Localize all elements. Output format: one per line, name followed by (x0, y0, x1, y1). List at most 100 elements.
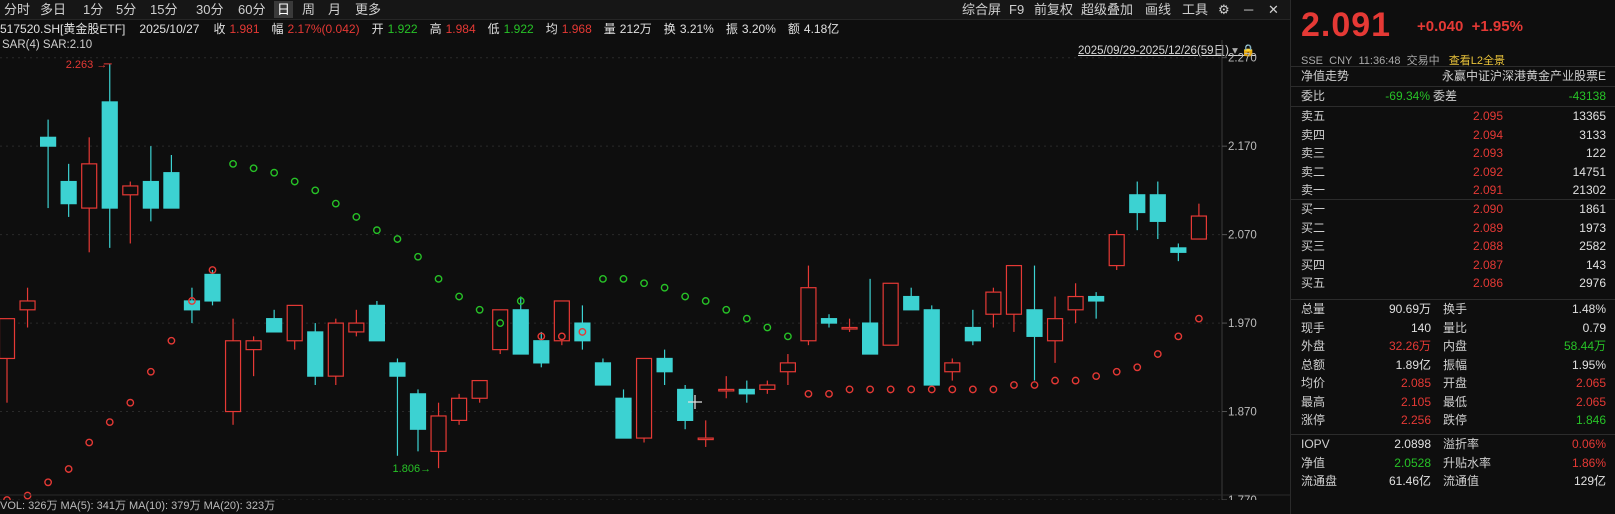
candle-body (430, 415, 447, 452)
toolbar-item-3[interactable]: 超级叠加 (1081, 1, 1133, 18)
info-open: 1.922 (387, 22, 418, 36)
bid-row[interactable]: 买二 2.089 1973 (1291, 220, 1615, 237)
bid-label: 买三 (1301, 239, 1326, 253)
stat-label: 总额 (1301, 357, 1326, 372)
candle-body (841, 326, 858, 330)
nav-trend-row[interactable]: 净值走势 永赢中证沪深港黄金产业股票E (1291, 68, 1615, 85)
period-tab-1[interactable]: 多日 (40, 1, 66, 18)
candle-body (142, 180, 159, 209)
ask-row[interactable]: 卖四 2.094 3133 (1291, 127, 1615, 144)
bid-row[interactable]: 买一 2.090 1861 (1291, 201, 1615, 218)
candle-body (882, 282, 899, 346)
stat-value: 61.46亿 (1388, 474, 1431, 488)
change-value: +0.040 (1417, 18, 1464, 35)
period-tab-10[interactable]: 更多 (355, 1, 381, 18)
candle (19, 287, 36, 328)
weibi-label: 委比 (1301, 89, 1326, 103)
y-tick-label: 2.070 (1228, 230, 1257, 242)
info-vol-label: 量 (603, 22, 616, 36)
candle (861, 278, 879, 355)
candle (615, 389, 632, 439)
sar-point (270, 168, 279, 177)
toolbar-item-5[interactable]: 工具 (1182, 1, 1208, 18)
ask-row[interactable]: 卖五 2.095 13365 (1291, 108, 1615, 125)
ask-volume: 13365 (1572, 109, 1606, 123)
stat-value: 1.89亿 (1395, 357, 1431, 372)
info-code: 517520.SH[黄金股ETF] (0, 22, 126, 36)
info-close-label: 收 (213, 22, 226, 36)
ask-price: 2.093 (1472, 146, 1503, 160)
candle (1108, 230, 1125, 270)
candle-body (533, 340, 550, 364)
candle (820, 314, 838, 328)
candle-body (163, 172, 180, 209)
candle-body (327, 322, 344, 377)
candle (327, 318, 344, 385)
period-tab-5[interactable]: 30分 (196, 1, 223, 18)
sar-point (640, 279, 648, 288)
toolbar-item-1[interactable]: F9 (1009, 1, 1024, 18)
period-tab-2[interactable]: 1分 (83, 1, 103, 18)
sar-point (825, 389, 833, 398)
toolbar-item-2[interactable]: 前复权 (1034, 1, 1073, 18)
gear-icon[interactable]: ⚙ (1218, 1, 1230, 18)
bid-row[interactable]: 买五 2.086 2976 (1291, 275, 1615, 292)
stat-value: 140 (1410, 320, 1431, 335)
toolbar-item-0[interactable]: 综合屏 (962, 1, 1001, 18)
bid-row[interactable]: 买四 2.087 143 (1291, 257, 1615, 274)
candlestick-chart[interactable]: 2.270 2.170 2.070 1.970 1.870 1.770 2.263 → 1.8… (0, 40, 1290, 500)
stat-value: 58.44万 (1563, 339, 1606, 353)
ask-volume: 122 (1585, 146, 1606, 160)
ask-volume: 21302 (1572, 183, 1606, 197)
sar-point (475, 305, 484, 314)
fund-name: 永赢中证沪深港黄金产业股票E (1441, 69, 1606, 83)
period-tab-7[interactable]: 日 (274, 1, 294, 18)
sar-point (44, 478, 52, 487)
period-tab-9[interactable]: 月 (328, 1, 341, 18)
bid-volume: 1861 (1579, 202, 1606, 216)
y-tick-label: 2.270 (1228, 53, 1257, 65)
candle-body (451, 397, 468, 421)
stat-value: 129亿 (1573, 474, 1606, 488)
ask-label: 卖二 (1301, 164, 1326, 179)
candle-body (861, 322, 879, 355)
toolbar-item-4[interactable]: 画线 (1145, 1, 1171, 18)
ask-row[interactable]: 卖二 2.092 14751 (1291, 164, 1615, 181)
stat-value: 0.79 (1582, 320, 1606, 335)
candle-body (903, 295, 920, 311)
sar-point (701, 297, 710, 305)
period-tab-0[interactable]: 分时 (4, 1, 30, 18)
period-tab-8[interactable]: 周 (302, 1, 315, 18)
nav-trend-label[interactable]: 净值走势 (1301, 68, 1349, 85)
sar-point (85, 438, 94, 447)
sar-point (804, 389, 813, 398)
stat-label: 流通值 (1443, 474, 1480, 488)
sar-point (146, 367, 155, 376)
stat-row: 总额 1.89亿 振幅 1.95% (1291, 357, 1615, 374)
close-icon[interactable]: ✕ (1268, 1, 1279, 18)
bid-price: 2.088 (1472, 239, 1503, 253)
ask-row[interactable]: 卖一 2.091 21302 (1291, 182, 1615, 199)
sar-point (1153, 350, 1162, 358)
ask-row[interactable]: 卖三 2.093 122 (1291, 145, 1615, 162)
stat-value: 2.0898 (1394, 437, 1431, 451)
period-tab-6[interactable]: 60分 (238, 1, 265, 18)
minimize-icon[interactable]: ─ (1244, 1, 1253, 18)
candle-body (1108, 234, 1125, 267)
candle (348, 309, 365, 337)
info-amount: 4.18亿 (803, 22, 840, 36)
candle-body (923, 309, 940, 386)
candle (307, 323, 324, 385)
candle-body (718, 388, 735, 392)
period-tab-4[interactable]: 15分 (150, 1, 177, 18)
candle (841, 318, 858, 332)
sar-point (290, 177, 299, 186)
sar-point (229, 159, 237, 168)
sar-point (1030, 381, 1039, 389)
price-change: +0.040 +1.95% (1417, 18, 1523, 35)
candle (492, 309, 509, 355)
bid-row[interactable]: 买三 2.088 2582 (1291, 238, 1615, 255)
period-tab-3[interactable]: 5分 (116, 1, 136, 18)
sar-point (311, 186, 320, 195)
stat-value: 2.085 (1400, 376, 1431, 390)
